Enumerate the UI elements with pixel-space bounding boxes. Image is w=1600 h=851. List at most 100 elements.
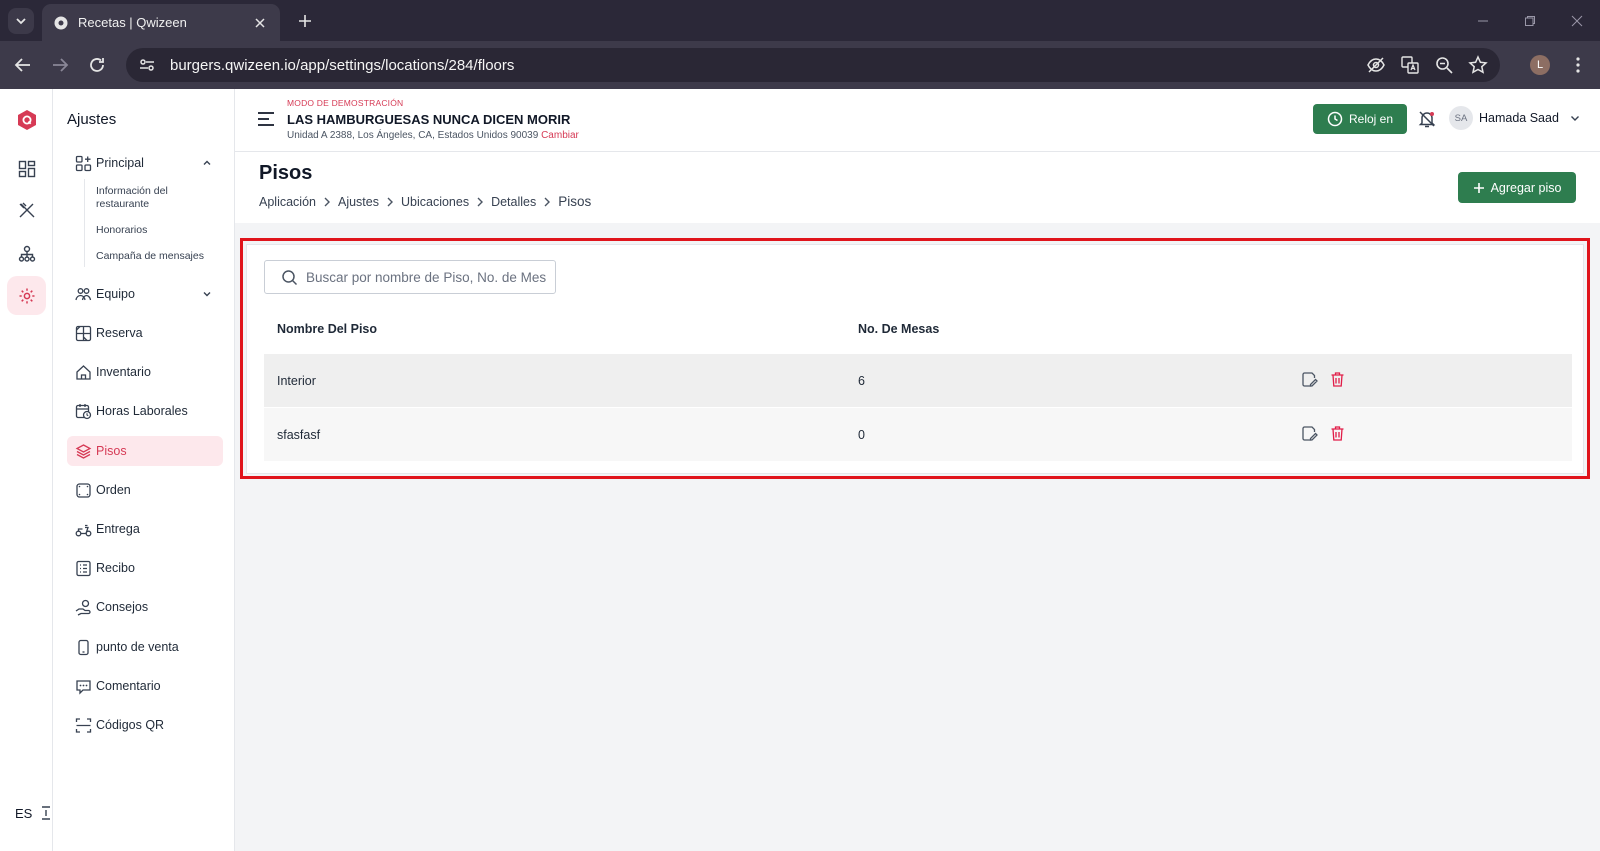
- translate-icon[interactable]: [1400, 55, 1420, 75]
- receipt-icon: [76, 560, 91, 576]
- breadcrumb-details[interactable]: Detalles: [491, 195, 536, 209]
- user-name: Hamada Saad: [1479, 111, 1559, 125]
- sidebar-item-reserva[interactable]: Reserva: [67, 318, 223, 348]
- sidebar-subitem-fees[interactable]: Honorarios: [96, 224, 216, 237]
- team-icon: [75, 287, 92, 300]
- rail-dashboard[interactable]: [7, 149, 46, 188]
- submenu-guide-line: [84, 179, 85, 267]
- address-bar[interactable]: burgers.qwizeen.io/app/settings/location…: [126, 48, 1500, 82]
- mobile-icon: [78, 639, 89, 655]
- plus-icon: [1473, 182, 1484, 193]
- forward-arrow-icon[interactable]: [49, 54, 71, 76]
- tab-search-button[interactable]: [8, 8, 34, 34]
- order-icon: [76, 482, 91, 498]
- add-floor-button[interactable]: Agregar piso: [1458, 172, 1576, 203]
- rail-settings[interactable]: [7, 276, 46, 315]
- back-arrow-icon[interactable]: [12, 54, 34, 76]
- clock-icon: [1327, 111, 1343, 127]
- reservation-icon: [75, 325, 92, 341]
- chevron-right-icon: [477, 197, 484, 206]
- sidebar-subitem-message-campaign[interactable]: Campaña de mensajes: [96, 250, 216, 263]
- app-header: MODO DE DEMOSTRACIÓN LAS HAMBURGUESAS NU…: [235, 89, 1600, 152]
- sidebar-item-punto-de-venta[interactable]: punto de venta: [67, 632, 223, 662]
- sidebar-item-equipo[interactable]: Equipo: [67, 279, 223, 309]
- sidebar-item-recibo[interactable]: Recibo: [67, 553, 223, 583]
- breadcrumb-locations[interactable]: Ubicaciones: [401, 195, 469, 209]
- restore-button[interactable]: [1506, 0, 1553, 41]
- close-tab-icon[interactable]: [252, 15, 268, 31]
- sidebar-item-label: Principal: [96, 156, 144, 170]
- dashboard-icon: [18, 160, 35, 177]
- sidebar-item-label: punto de venta: [96, 640, 179, 654]
- breadcrumb-app[interactable]: Aplicación: [259, 195, 316, 209]
- address-text: Unidad A 2388, Los Ángeles, CA, Estados …: [287, 130, 539, 141]
- breadcrumb: Aplicación Ajustes Ubicaciones Detalles …: [259, 194, 591, 209]
- sidebar-item-orden[interactable]: Orden: [67, 475, 223, 505]
- sidebar-subitem-restaurant-info[interactable]: Información del restaurante: [96, 185, 216, 211]
- avatar: SA: [1449, 106, 1473, 130]
- sidebar-item-comentario[interactable]: Comentario: [67, 671, 223, 701]
- sidebar-item-principal[interactable]: Principal: [67, 148, 223, 178]
- app-rail: ES: [0, 89, 53, 851]
- close-window-button[interactable]: [1553, 0, 1600, 41]
- language-selector[interactable]: ES: [15, 806, 32, 821]
- notifications-off-icon[interactable]: [1417, 109, 1437, 129]
- add-floor-label: Agregar piso: [1490, 180, 1562, 195]
- star-icon[interactable]: [1468, 55, 1488, 75]
- profile-avatar[interactable]: L: [1530, 55, 1550, 75]
- home-icon: [76, 364, 91, 380]
- change-location-link[interactable]: Cambiar: [541, 130, 579, 141]
- chevron-down-icon: [203, 292, 211, 297]
- fullscreen-icon[interactable]: [40, 803, 52, 823]
- sidebar-item-inventario[interactable]: Inventario: [67, 357, 223, 387]
- chevron-down-icon: [16, 18, 26, 25]
- grid-plus-icon: [75, 155, 92, 171]
- chevron-right-icon: [324, 197, 330, 206]
- eye-off-icon[interactable]: [1366, 55, 1386, 75]
- user-menu[interactable]: SA Hamada Saad: [1449, 106, 1581, 130]
- utensils-icon: [19, 202, 34, 217]
- menu-icon[interactable]: [257, 111, 275, 127]
- gear-icon: [19, 288, 34, 303]
- minimize-icon: [1477, 20, 1488, 21]
- sidebar-item-entrega[interactable]: Entrega: [67, 514, 223, 544]
- sidebar-item-horas-laborales[interactable]: Horas Laborales: [67, 396, 223, 426]
- qwizeen-logo-icon[interactable]: [16, 109, 38, 131]
- rail-organization[interactable]: [7, 234, 46, 273]
- page-title: Pisos: [259, 162, 313, 184]
- reload-icon[interactable]: [86, 54, 108, 76]
- clock-in-button[interactable]: Reloj en: [1313, 104, 1407, 134]
- breadcrumb-settings[interactable]: Ajustes: [338, 195, 379, 209]
- sidebar-item-label: Reserva: [96, 326, 143, 340]
- qr-scan-icon: [75, 717, 92, 733]
- layers-icon: [75, 443, 92, 459]
- close-icon: [1571, 15, 1582, 26]
- omnibox-actions: [1366, 55, 1488, 75]
- sidebar-title: Ajustes: [67, 111, 117, 128]
- sidebar-item-label: Recibo: [96, 561, 135, 575]
- sidebar-item-label: Equipo: [96, 287, 135, 301]
- url-text[interactable]: burgers.qwizeen.io/app/settings/location…: [170, 57, 1366, 74]
- chevron-up-icon: [203, 160, 211, 165]
- browser-toolbar: burgers.qwizeen.io/app/settings/location…: [0, 41, 1600, 89]
- rail-kitchen[interactable]: [7, 191, 46, 230]
- more-vert-icon[interactable]: [1568, 55, 1588, 75]
- sidebar-item-label: Comentario: [96, 679, 161, 693]
- qwizeen-favicon-icon: [54, 16, 68, 29]
- page-header: Pisos Aplicación Ajustes Ubicaciones Det…: [235, 152, 1600, 223]
- sidebar-item-label: Entrega: [96, 522, 140, 536]
- calendar-clock-icon: [75, 403, 92, 419]
- chevron-down-icon: [1570, 116, 1579, 121]
- browser-tab[interactable]: Recetas | Qwizeen: [42, 4, 280, 41]
- browser-tab-bar: Recetas | Qwizeen: [0, 0, 1600, 41]
- restaurant-address: Unidad A 2388, Los Ángeles, CA, Estados …: [287, 130, 579, 141]
- sidebar-item-consejos[interactable]: Consejos: [67, 592, 223, 622]
- minimize-button[interactable]: [1459, 0, 1506, 41]
- zoom-icon[interactable]: [1434, 55, 1454, 75]
- sidebar-item-label: Pisos: [96, 444, 127, 458]
- site-settings-icon[interactable]: [138, 56, 156, 74]
- sidebar-item-pisos[interactable]: Pisos: [67, 436, 223, 466]
- scooter-icon: [75, 524, 92, 536]
- sidebar-item-codigos-qr[interactable]: Códigos QR: [67, 710, 223, 740]
- new-tab-icon[interactable]: [295, 11, 315, 31]
